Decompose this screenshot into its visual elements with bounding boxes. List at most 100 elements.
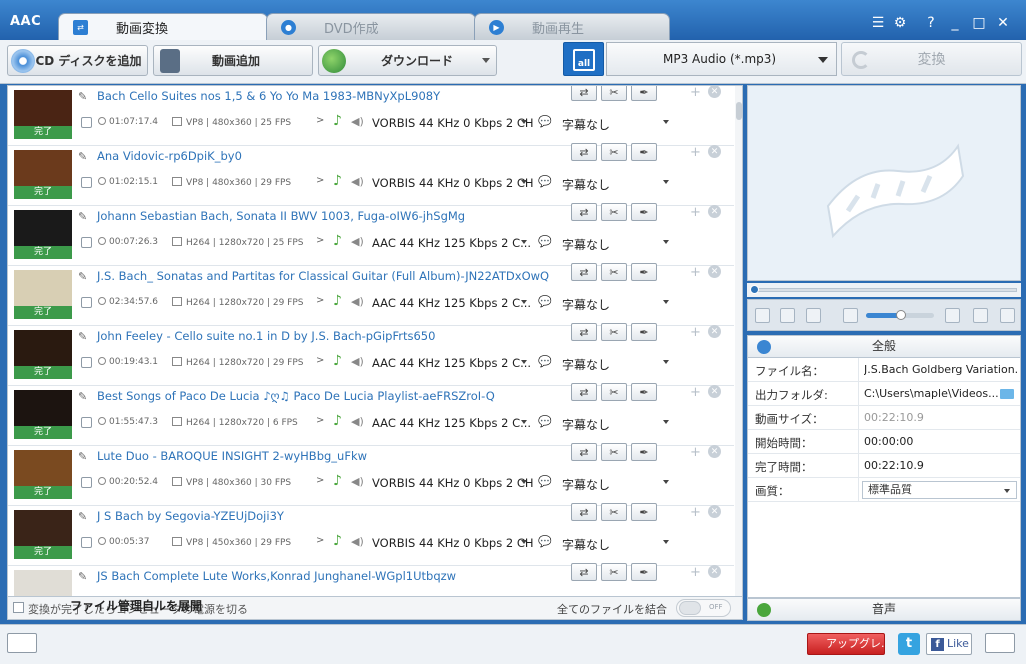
stop-icon[interactable]: [780, 308, 795, 323]
audio-track-select[interactable]: AAC 44 KHz 125 Kbps 2 C...: [372, 356, 531, 370]
magic-wand-icon[interactable]: ✒: [631, 443, 657, 461]
edit-name-icon[interactable]: ✎: [78, 450, 87, 463]
edit-name-icon[interactable]: ✎: [78, 150, 87, 163]
add-icon[interactable]: +: [690, 505, 701, 520]
magic-wand-icon[interactable]: ✒: [631, 503, 657, 521]
file-row[interactable]: 完了 ✎ Ana Vidovic-rp6DpiK_by0 ⇄ ✂ ✒ + ✕ 01:02:15.…: [8, 143, 734, 206]
convert-icon[interactable]: ⇄: [571, 143, 597, 161]
quality-select[interactable]: 標準品質: [862, 481, 1017, 499]
seek-bar[interactable]: [747, 283, 1021, 297]
expand-icon[interactable]: >: [316, 535, 324, 546]
file-name[interactable]: Ana Vidovic-rp6DpiK_by0: [97, 149, 242, 163]
expand-icon[interactable]: >: [316, 475, 324, 486]
row-checkbox[interactable]: [81, 237, 92, 248]
chevron-down-icon[interactable]: [521, 120, 527, 124]
convert-icon[interactable]: ⇄: [571, 323, 597, 341]
audio-track-select[interactable]: VORBIS 44 KHz 0 Kbps 2 CH: [372, 116, 534, 130]
file-row[interactable]: 完了 ✎ Best Songs of Paco De Lucia ♪ღ♫ Paco …: [8, 383, 734, 446]
maximize-icon[interactable]: □: [970, 14, 988, 32]
convert-icon[interactable]: ⇄: [571, 503, 597, 521]
download-button[interactable]: ダウンロード: [318, 45, 497, 76]
convert-icon[interactable]: ⇄: [571, 563, 597, 581]
magic-wand-icon[interactable]: ✒: [631, 263, 657, 281]
facebook-like-button[interactable]: f Like: [926, 633, 972, 655]
subtitle-select[interactable]: 字幕なし: [562, 236, 610, 253]
add-icon[interactable]: +: [690, 265, 701, 280]
chevron-down-icon[interactable]: [521, 420, 527, 424]
convert-icon[interactable]: ⇄: [571, 443, 597, 461]
gear-icon[interactable]: ⚙: [891, 14, 909, 32]
row-checkbox[interactable]: [81, 117, 92, 128]
subtitle-select[interactable]: 字幕なし: [562, 176, 610, 193]
edit-name-icon[interactable]: ✎: [78, 210, 87, 223]
edit-name-icon[interactable]: ✎: [78, 90, 87, 103]
scissors-icon[interactable]: ✂: [601, 503, 627, 521]
minimize-icon[interactable]: _: [946, 14, 964, 32]
remove-icon[interactable]: ✕: [708, 565, 721, 578]
row-checkbox[interactable]: [81, 417, 92, 428]
chevron-down-icon[interactable]: [521, 360, 527, 364]
add-icon[interactable]: +: [690, 325, 701, 340]
chevron-down-icon[interactable]: [663, 180, 669, 184]
subtitle-select[interactable]: 字幕なし: [562, 476, 610, 493]
tab-dvd-create[interactable]: ● DVD作成: [266, 13, 476, 40]
chevron-down-icon[interactable]: [521, 480, 527, 484]
remove-icon[interactable]: ✕: [708, 505, 721, 518]
add-icon[interactable]: +: [690, 86, 701, 100]
chevron-down-icon[interactable]: [482, 58, 490, 63]
audio-header[interactable]: 音声: [747, 598, 1021, 621]
chevron-down-icon[interactable]: [521, 300, 527, 304]
convert-icon[interactable]: ⇄: [571, 383, 597, 401]
scissors-icon[interactable]: ✂: [601, 323, 627, 341]
audio-track-select[interactable]: VORBIS 44 KHz 0 Kbps 2 CH: [372, 476, 534, 490]
expand-icon[interactable]: >: [316, 115, 324, 126]
remove-icon[interactable]: ✕: [708, 385, 721, 398]
chevron-down-icon[interactable]: [663, 360, 669, 364]
convert-icon[interactable]: ⇄: [571, 203, 597, 221]
camera-icon[interactable]: [806, 308, 821, 323]
file-name[interactable]: Best Songs of Paco De Lucia ♪ღ♫ Paco De …: [97, 389, 495, 403]
add-icon[interactable]: +: [690, 445, 701, 460]
chevron-down-icon[interactable]: [663, 420, 669, 424]
remove-icon[interactable]: ✕: [708, 86, 721, 98]
file-row[interactable]: 完了 ✎ Johann Sebastian Bach, Sonata II BWV …: [8, 203, 734, 266]
magic-wand-icon[interactable]: ✒: [631, 323, 657, 341]
file-row[interactable]: 完了 ✎ J.S. Bach_ Sonatas and Partitas for C…: [8, 263, 734, 326]
row-checkbox[interactable]: [81, 357, 92, 368]
chevron-down-icon[interactable]: [663, 480, 669, 484]
chevron-down-icon[interactable]: [521, 180, 527, 184]
scissors-icon[interactable]: ✂: [601, 86, 627, 101]
edit-name-icon[interactable]: ✎: [78, 330, 87, 343]
add-icon[interactable]: +: [690, 385, 701, 400]
scrollbar-thumb[interactable]: [736, 102, 742, 120]
file-row[interactable]: 完了 ✎ John Feeley - Cello suite no.1 in D b…: [8, 323, 734, 386]
file-name[interactable]: J S Bach by Segovia-YZEUjDoji3Y: [97, 509, 284, 523]
file-name[interactable]: Johann Sebastian Bach, Sonata II BWV 100…: [97, 209, 465, 223]
scissors-icon[interactable]: [973, 308, 988, 323]
scissors-icon[interactable]: ✂: [601, 563, 627, 581]
row-checkbox[interactable]: [81, 297, 92, 308]
magic-wand-icon[interactable]: ✒: [631, 86, 657, 101]
remove-icon[interactable]: ✕: [708, 145, 721, 158]
upgrade-button[interactable]: アップグレ...: [807, 633, 885, 655]
magic-wand-icon[interactable]: ✒: [631, 563, 657, 581]
row-checkbox[interactable]: [81, 477, 92, 488]
format-profile-icon[interactable]: all: [563, 42, 604, 76]
expand-panel-button[interactable]: [985, 633, 1015, 653]
add-icon[interactable]: +: [690, 205, 701, 220]
folder-icon[interactable]: [1000, 389, 1014, 399]
magic-wand-icon[interactable]: ✒: [631, 143, 657, 161]
scissors-icon[interactable]: ✂: [601, 203, 627, 221]
play-icon[interactable]: [755, 308, 770, 323]
file-name[interactable]: John Feeley - Cello suite no.1 in D by J…: [97, 329, 435, 343]
twitter-icon[interactable]: t: [898, 633, 920, 655]
file-row[interactable]: 完了 ✎ Lute Duo - BAROQUE INSIGHT 2-wyHBbg_u…: [8, 443, 734, 506]
expand-icon[interactable]: >: [316, 235, 324, 246]
file-row[interactable]: 完了 ✎ J S Bach by Segovia-YZEUjDoji3Y ⇄ ✂ ✒ + ✕ 0…: [8, 503, 734, 566]
file-name[interactable]: JS Bach Complete Lute Works,Konrad Jungh…: [97, 569, 456, 583]
properties-header[interactable]: 全般: [747, 335, 1021, 358]
subtitle-select[interactable]: 字幕なし: [562, 416, 610, 433]
file-row[interactable]: ✎ JS Bach Complete Lute Works,Konrad Jung…: [8, 563, 734, 596]
subtitle-select[interactable]: 字幕なし: [562, 116, 610, 133]
copy-icon[interactable]: [945, 308, 960, 323]
